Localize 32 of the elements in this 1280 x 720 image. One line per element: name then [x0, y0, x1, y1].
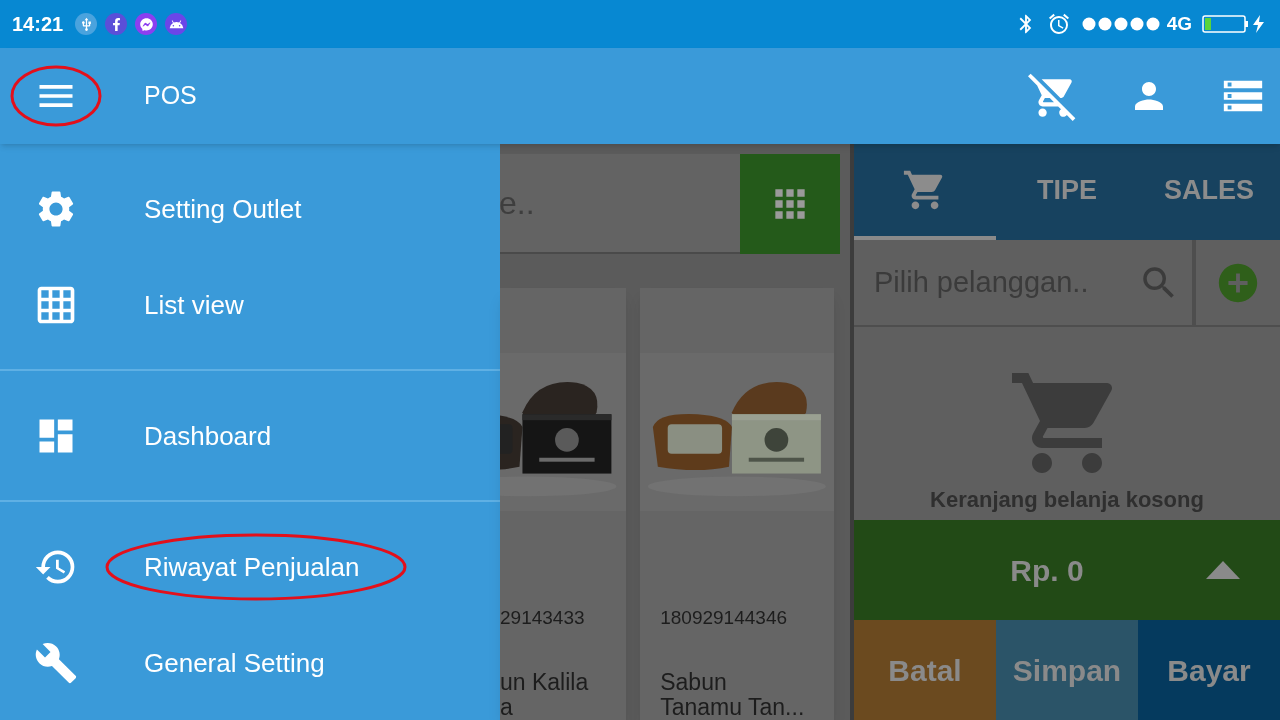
tab[interactable]: SALES [1138, 144, 1280, 240]
signal-icon [1080, 16, 1161, 32]
robot-icon [165, 13, 188, 35]
tab[interactable]: TIPE [996, 144, 1138, 240]
drawer-item[interactable]: General Setting [0, 615, 500, 711]
product-name: Sabun Tanamu Tan... [660, 670, 806, 720]
product-code: 29143433 [500, 605, 586, 630]
f-logo-icon [105, 13, 128, 35]
drawer-item[interactable]: Setting Outlet [0, 161, 500, 257]
drawer-item[interactable]: Riwayat Penjualan [0, 519, 500, 615]
product-card[interactable]: 180929144346 Sabun Tanamu Tan... [640, 288, 834, 720]
drawer-item[interactable]: List view [0, 257, 500, 353]
alarm-clock-icon [1046, 12, 1071, 36]
product-card[interactable]: 29143433 un Kalila a [500, 288, 627, 720]
clock-time: 14:21 [12, 12, 64, 37]
app-title: POS [144, 80, 197, 112]
triangle-up-icon [1206, 561, 1240, 579]
usb-icon [75, 13, 98, 35]
action-button[interactable]: Batal [854, 620, 996, 720]
wrench-icon [34, 641, 78, 685]
action-button[interactable]: Simpan [996, 620, 1138, 720]
total-bar[interactable]: Rp. 0 [854, 520, 1280, 620]
network-type: 4G [1166, 11, 1192, 36]
clear-cart-button[interactable] [1028, 71, 1078, 121]
product-code: 180929144346 [660, 605, 789, 630]
total-amount: Rp. 0 [1009, 552, 1085, 589]
action-button[interactable]: Bayar [1138, 620, 1280, 720]
drawer-item[interactable]: Dashboard [0, 388, 500, 484]
crossed-cart-icon [1028, 71, 1078, 121]
product-name: un Kalila a [500, 670, 590, 720]
chat-bubble-icon [135, 13, 158, 35]
grid-view-button[interactable] [740, 154, 840, 254]
